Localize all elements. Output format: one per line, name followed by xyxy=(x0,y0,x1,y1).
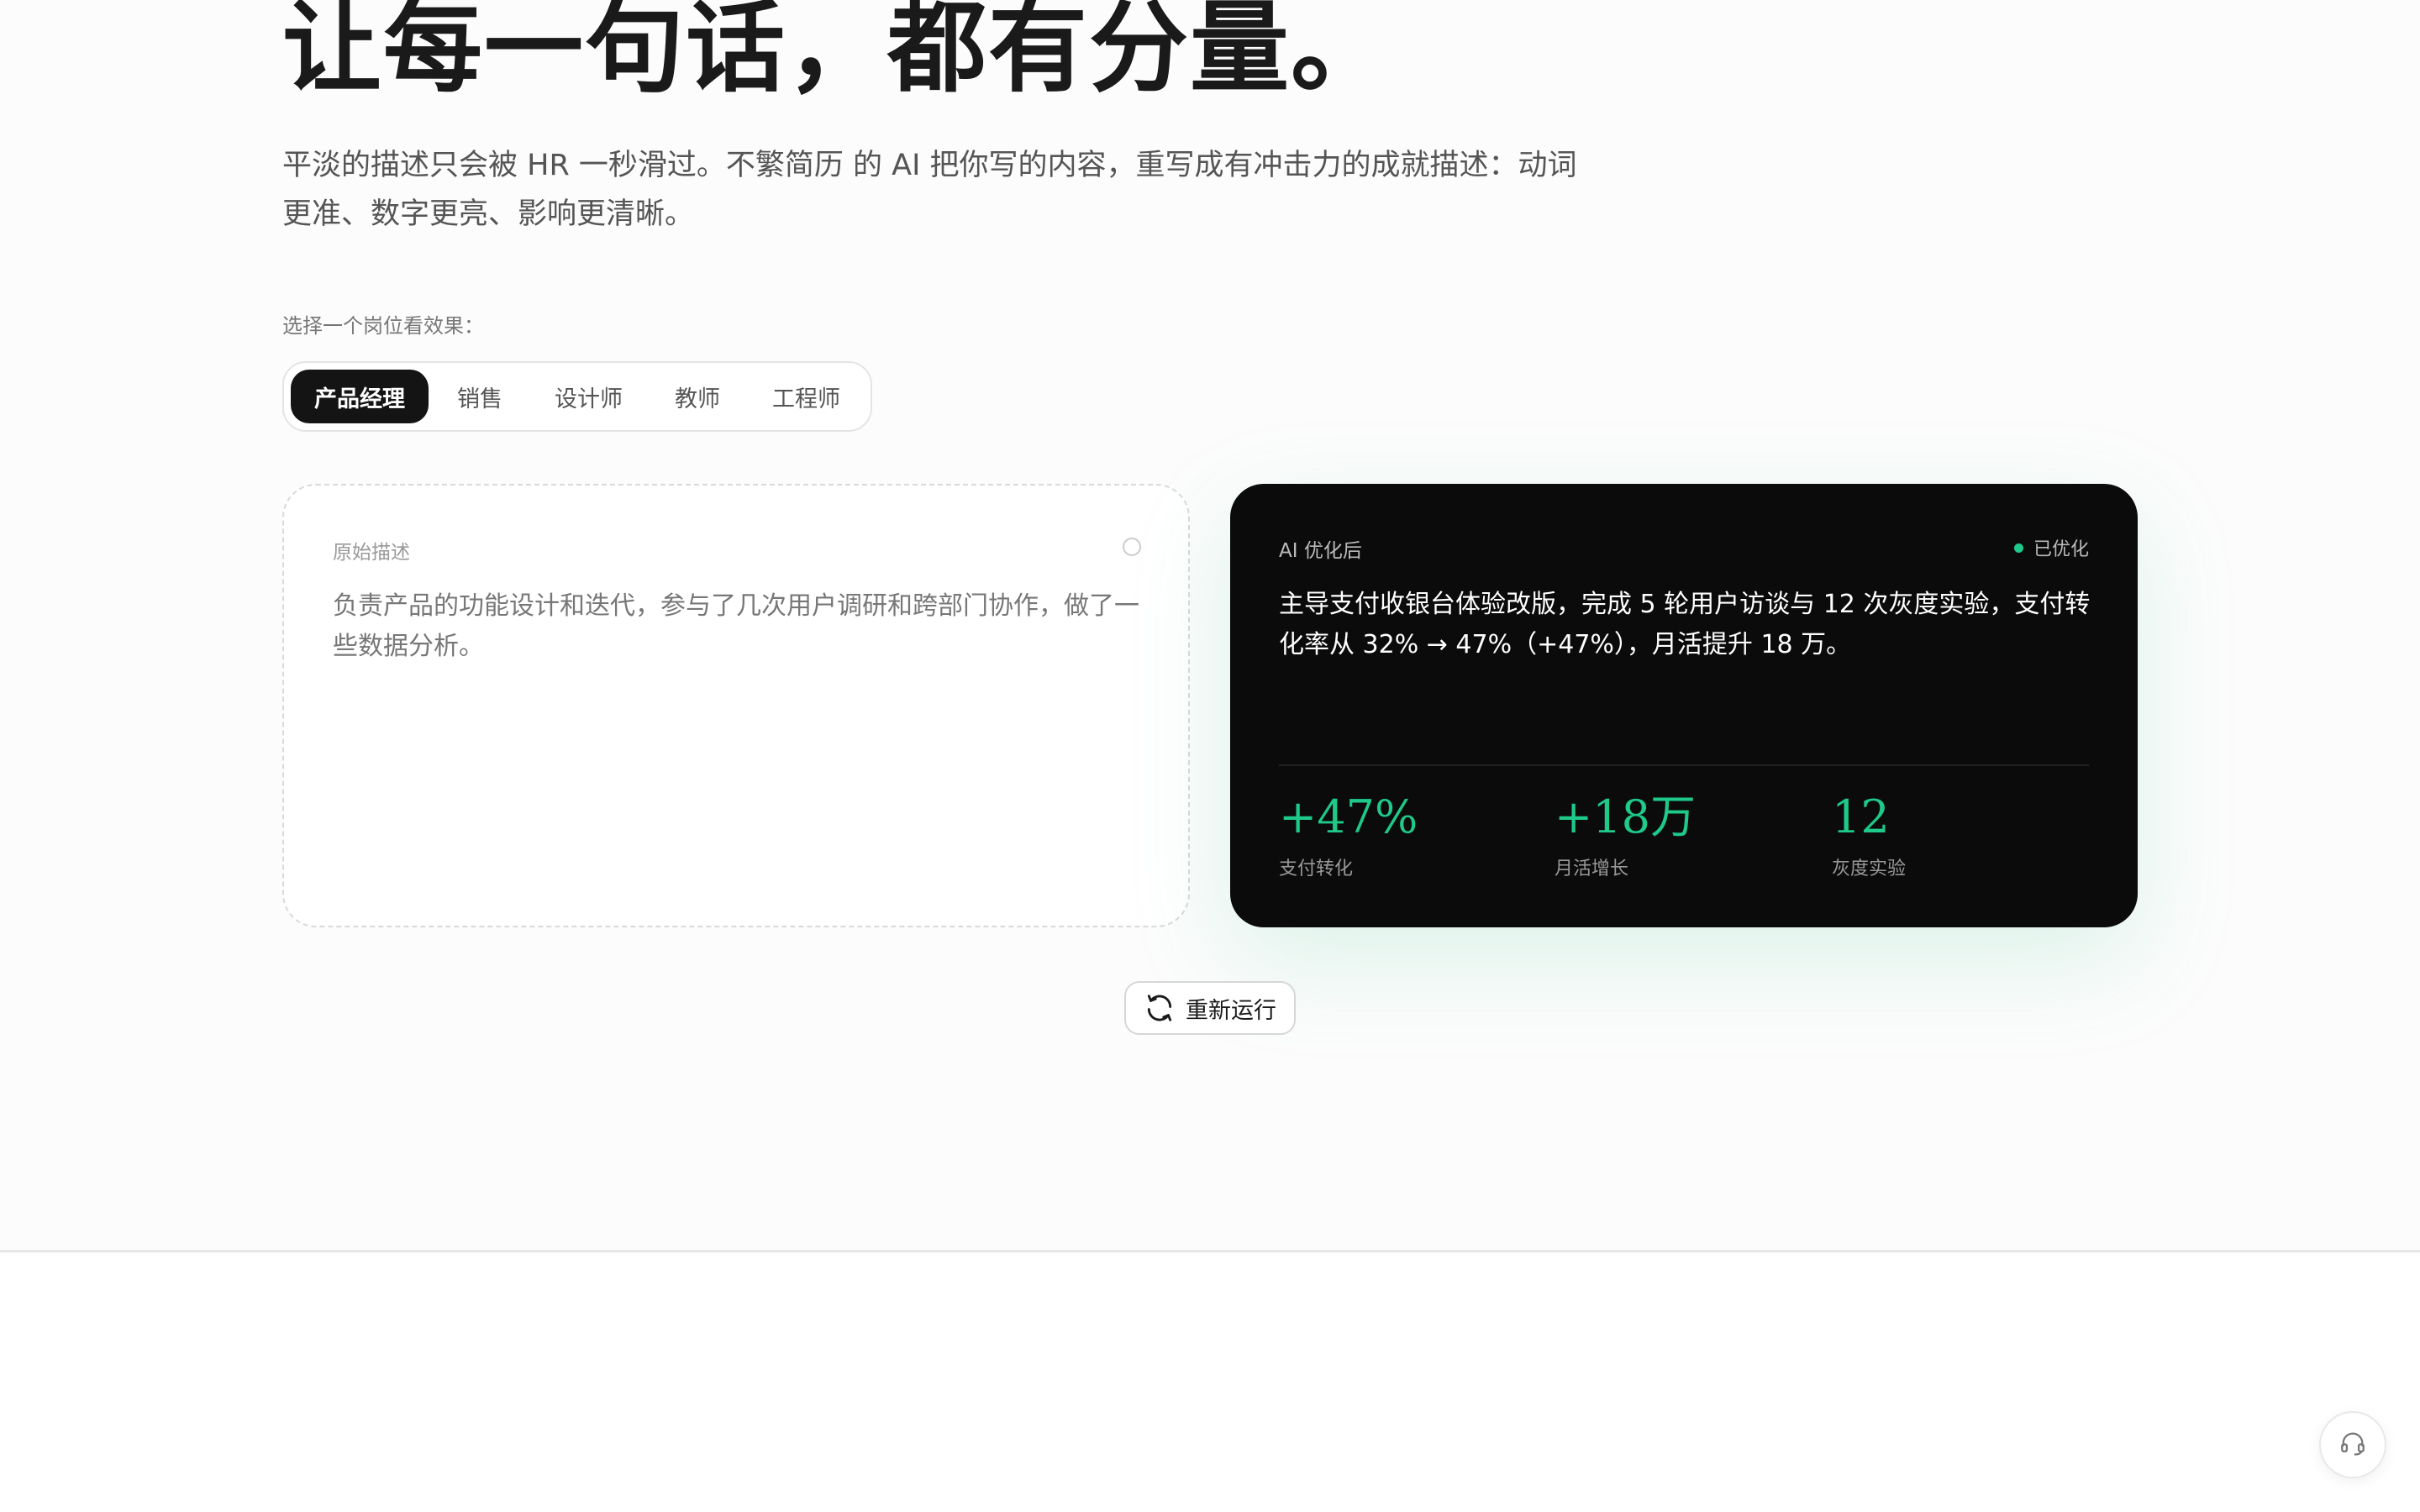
support-button[interactable] xyxy=(2319,1411,2386,1478)
metric-conversion: +47% 支付转化 xyxy=(1279,788,1418,880)
metrics-divider xyxy=(1279,764,2089,766)
status-dot-icon xyxy=(2013,543,2023,553)
original-description-card: 原始描述 负责产品的功能设计和迭代，参与了几次用户调研和跨部门协作，做了一些数据… xyxy=(282,484,1190,927)
original-card-label: 原始描述 xyxy=(333,542,410,564)
optimized-status-badge: 已优化 xyxy=(2013,534,2089,561)
metric-caption: 月活增长 xyxy=(1555,858,1629,879)
optimizer-section: 让每一句话，都有分量。 平淡的描述只会被 HR 一秒滑过。不繁简历 的 AI 把… xyxy=(0,0,2420,1250)
tab-product-manager[interactable]: 产品经理 xyxy=(291,370,429,423)
rerun-button[interactable]: 重新运行 xyxy=(1124,981,1296,1035)
optimized-description-text: 主导支付收银台体验改版，完成 5 轮用户访谈与 12 次灰度实验，支付转化率从 … xyxy=(1279,590,2091,659)
tab-teacher[interactable]: 教师 xyxy=(651,370,744,423)
optimized-description-card: AI 优化后 已优化 主导支付收银台体验改版，完成 5 轮用户访谈与 12 次灰… xyxy=(1230,484,2138,927)
hero-title: 让每一句话，都有分量。 xyxy=(282,0,1392,106)
role-picker-label: 选择一个岗位看效果： xyxy=(282,314,484,338)
circle-indicator-icon xyxy=(1123,538,1141,556)
refresh-icon xyxy=(1144,992,1176,1024)
metric-value: +18万 xyxy=(1555,790,1696,843)
tab-sales[interactable]: 销售 xyxy=(434,370,526,423)
footer-area xyxy=(0,1250,2420,1512)
tab-designer[interactable]: 设计师 xyxy=(531,370,646,423)
metric-mau: +18万 月活增长 xyxy=(1555,788,1696,880)
hero-description: 平淡的描述只会被 HR 一秒滑过。不繁简历 的 AI 把你写的内容，重写成有冲击… xyxy=(282,149,1577,231)
metric-experiments: 12 灰度实验 xyxy=(1832,788,1906,880)
original-description-text: 负责产品的功能设计和迭代，参与了几次用户调研和跨部门协作，做了一些数据分析。 xyxy=(333,591,1139,661)
status-text: 已优化 xyxy=(2033,539,2089,560)
role-tabs: 产品经理 销售 设计师 教师 工程师 xyxy=(282,361,872,432)
optimized-card-label: AI 优化后 xyxy=(1279,540,1362,562)
tab-engineer[interactable]: 工程师 xyxy=(749,370,864,423)
metric-value: 12 xyxy=(1832,790,1890,843)
metric-caption: 支付转化 xyxy=(1279,858,1354,879)
metric-value: +47% xyxy=(1279,790,1418,843)
rerun-label: 重新运行 xyxy=(1186,997,1276,1024)
metric-caption: 灰度实验 xyxy=(1832,858,1907,879)
headset-icon xyxy=(2338,1429,2367,1461)
